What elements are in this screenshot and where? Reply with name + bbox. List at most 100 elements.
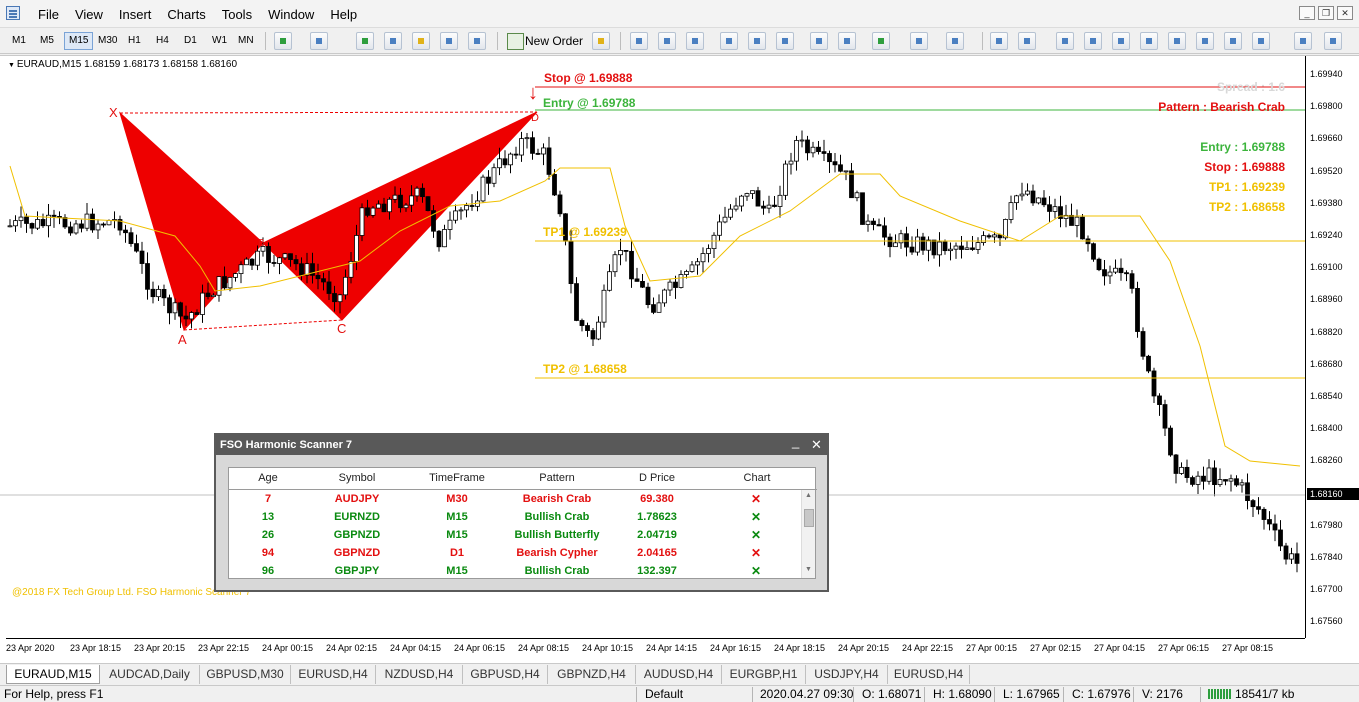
market-watch-icon[interactable]	[356, 32, 374, 50]
tab-gbpnzd-h4[interactable]: GBPNZD,H4	[548, 665, 636, 684]
open-chart-icon[interactable]: ✕	[751, 546, 761, 560]
horizontal-line-icon[interactable]	[1084, 32, 1102, 50]
table-row[interactable]: 94 GBPNZD D1 Bearish Cypher 2.04165 ✕	[229, 544, 801, 562]
scanner-title-bar[interactable]: FSO Harmonic Scanner 7 _ ✕	[216, 432, 827, 455]
candle-body	[552, 174, 557, 196]
tab-usdjpy-h4[interactable]: USDJPY,H4	[806, 665, 888, 684]
col-chart-header[interactable]: Chart	[737, 472, 777, 484]
strategy-tester-icon[interactable]	[468, 32, 486, 50]
chart-window[interactable]: EURAUD,M15 1.68159 1.68173 1.68158 1.681…	[0, 55, 1359, 663]
new-chart-icon[interactable]	[274, 32, 292, 50]
menu-insert[interactable]: Insert	[111, 7, 160, 22]
menu-charts[interactable]: Charts	[159, 7, 213, 22]
timeframe-m30-button[interactable]: M30	[94, 32, 121, 50]
scanner-close-button[interactable]: ✕	[811, 435, 822, 455]
candle-body	[238, 264, 244, 275]
navigator-icon[interactable]	[412, 32, 430, 50]
line-chart-icon[interactable]	[686, 32, 704, 50]
chat-icon[interactable]	[1324, 32, 1342, 50]
minimize-button[interactable]: _	[1299, 6, 1315, 20]
zoom-out-icon[interactable]	[748, 32, 766, 50]
time-tick-label: 23 Apr 20:15	[134, 643, 186, 653]
timeframe-h4-button[interactable]: H4	[152, 32, 173, 50]
zoom-in-icon[interactable]	[720, 32, 738, 50]
terminal-icon[interactable]	[440, 32, 458, 50]
open-chart-icon[interactable]: ✕	[751, 492, 761, 506]
table-row[interactable]: 7 AUDJPY M30 Bearish Crab 69.380 ✕	[229, 490, 801, 508]
tab-gbpusd-h4[interactable]: GBPUSD,H4	[463, 665, 548, 684]
open-chart-icon[interactable]: ✕	[751, 564, 761, 578]
timeframe-mn-button[interactable]: MN	[234, 32, 258, 50]
tab-eurusd-h4-2[interactable]: EURUSD,H4	[888, 665, 970, 684]
table-row[interactable]: 13 EURNZD M15 Bullish Crab 1.78623 ✕	[229, 508, 801, 526]
fibonacci-icon[interactable]	[1168, 32, 1186, 50]
candle-body	[205, 292, 211, 298]
tab-eurusd-h4[interactable]: EURUSD,H4	[291, 665, 376, 684]
harmonic-scanner-panel[interactable]: FSO Harmonic Scanner 7 _ ✕ Age Symbol Ti…	[214, 433, 829, 592]
tab-audcad-daily[interactable]: AUDCAD,Daily	[100, 665, 200, 684]
tile-windows-icon[interactable]	[776, 32, 794, 50]
menu-file[interactable]: File	[30, 7, 67, 22]
tab-nzdusd-h4[interactable]: NZDUSD,H4	[376, 665, 463, 684]
chart-shift-icon[interactable]	[838, 32, 856, 50]
cursor-icon[interactable]	[990, 32, 1008, 50]
autotrading-icon[interactable]	[592, 32, 610, 50]
col-timeframe-header[interactable]: TimeFrame	[422, 472, 492, 484]
templates-icon[interactable]	[946, 32, 964, 50]
candle-body	[200, 292, 205, 315]
scroll-up-icon[interactable]: ▲	[805, 492, 812, 499]
menu-window[interactable]: Window	[260, 7, 322, 22]
timeframe-d1-button[interactable]: D1	[180, 32, 201, 50]
scroll-down-icon[interactable]: ▼	[805, 566, 812, 573]
menu-view[interactable]: View	[67, 7, 111, 22]
bar-chart-icon[interactable]	[630, 32, 648, 50]
text-icon[interactable]	[1196, 32, 1214, 50]
restore-button[interactable]: ❐	[1318, 6, 1334, 20]
new-order-button[interactable]: New Order	[505, 31, 583, 51]
label-icon[interactable]	[1224, 32, 1242, 50]
col-pattern-header[interactable]: Pattern	[512, 472, 602, 484]
menu-tools[interactable]: Tools	[214, 7, 260, 22]
table-row[interactable]: 26 GBPNZD M15 Bullish Butterfly 2.04719 …	[229, 526, 801, 544]
menu-help[interactable]: Help	[322, 7, 365, 22]
periods-icon[interactable]	[910, 32, 928, 50]
timeframe-m15-button[interactable]: M15	[64, 32, 94, 50]
scanner-minimize-button[interactable]: _	[792, 432, 799, 452]
tab-gbpusd-m30[interactable]: GBPUSD,M30	[200, 665, 291, 684]
open-chart-icon[interactable]: ✕	[751, 510, 761, 524]
vertical-line-icon[interactable]	[1056, 32, 1074, 50]
equidistant-channel-icon[interactable]	[1140, 32, 1158, 50]
row-dprice: 69.380	[640, 493, 674, 505]
trendline-icon[interactable]	[1112, 32, 1130, 50]
tab-euraud-m15[interactable]: EURAUD,M15	[6, 665, 100, 684]
col-symbol-header[interactable]: Symbol	[327, 472, 387, 484]
close-button[interactable]: ✕	[1337, 6, 1353, 20]
open-chart-icon[interactable]: ✕	[751, 528, 761, 542]
scroll-thumb[interactable]	[804, 509, 814, 527]
col-age-header[interactable]: Age	[243, 472, 293, 484]
search-icon[interactable]	[1294, 32, 1312, 50]
timeframe-m1-button[interactable]: M1	[8, 32, 30, 50]
entry-info: Entry : 1.69788	[1200, 140, 1285, 154]
timeframe-m5-button[interactable]: M5	[36, 32, 58, 50]
scanner-scrollbar[interactable]: ▲ ▼	[801, 490, 815, 578]
status-divider	[1200, 687, 1201, 702]
spread-info: Spread : 1.6	[1216, 80, 1285, 94]
col-dprice-header[interactable]: D Price	[627, 472, 687, 484]
profiles-icon[interactable]	[310, 32, 328, 50]
data-window-icon[interactable]	[384, 32, 402, 50]
auto-scroll-icon[interactable]	[810, 32, 828, 50]
indicators-icon[interactable]	[872, 32, 890, 50]
price-axis[interactable]: 1.69940 1.69800 1.69660 1.69520 1.69380 1.692…	[1305, 56, 1359, 638]
tab-audusd-h4[interactable]: AUDUSD,H4	[636, 665, 722, 684]
table-row[interactable]: 96 GBPJPY M15 Bullish Crab 132.397 ✕	[229, 562, 801, 580]
shapes-icon[interactable]	[1252, 32, 1270, 50]
timeframe-h1-button[interactable]: H1	[124, 32, 145, 50]
candle-body	[1250, 500, 1256, 508]
candle-body	[728, 208, 733, 218]
candlestick-icon[interactable]	[658, 32, 676, 50]
tab-eurgbp-h1[interactable]: EURGBP,H1	[722, 665, 806, 684]
crosshair-icon[interactable]	[1018, 32, 1036, 50]
timeframe-w1-button[interactable]: W1	[208, 32, 231, 50]
time-axis[interactable]: 23 Apr 2020 23 Apr 18:15 23 Apr 20:15 23 Ap…	[6, 638, 1305, 664]
